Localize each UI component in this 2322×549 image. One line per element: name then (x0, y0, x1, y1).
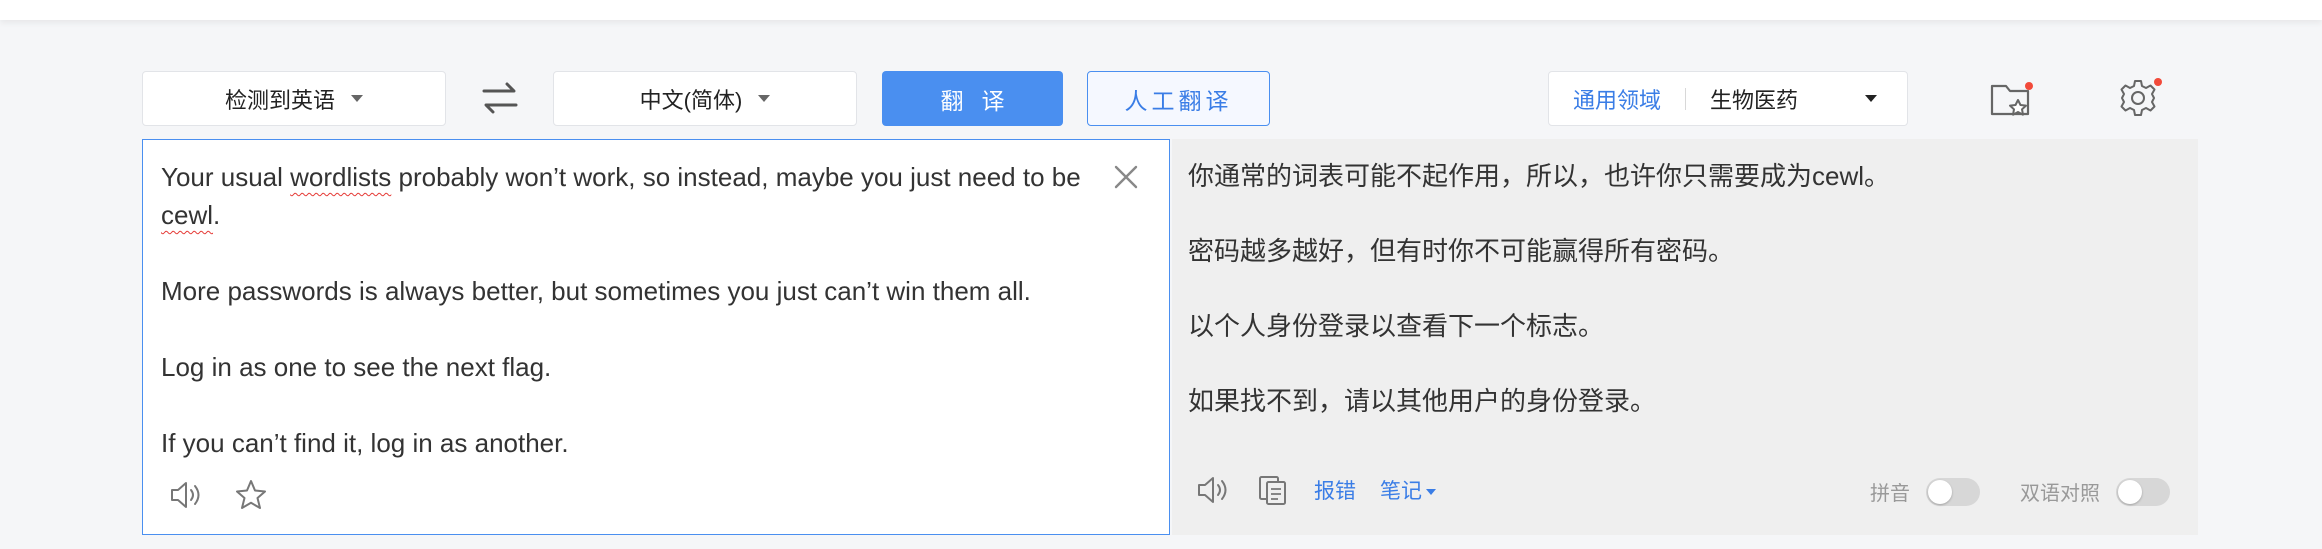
translation-panel: 你通常的词表可能不起作用，所以，也许你只需要成为cewl。 密码越多越好，但有时… (1172, 139, 2198, 535)
bilingual-label: 双语对照 (2020, 483, 2100, 505)
source-paragraph: Your usual wordlists probably won’t work… (161, 162, 1081, 230)
translation-paragraph: 密码越多越好，但有时你不可能赢得所有密码。 (1188, 236, 1735, 266)
domain-selected-label[interactable]: 生物医药 (1710, 83, 1798, 115)
pinyin-label: 拼音 (1870, 483, 1910, 505)
source-text-panel[interactable]: Your usual wordlists probably won’t work… (142, 139, 1170, 535)
target-language-label: 中文(简体) (639, 87, 743, 113)
translation-paragraph: 以个人身份登录以查看下一个标志。 (1188, 311, 1605, 341)
chevron-down-icon[interactable] (1865, 95, 1877, 102)
source-paragraph: More passwords is always better, but som… (161, 276, 1031, 306)
domain-divider (1685, 87, 1687, 110)
report-error-link[interactable]: 报错 (1314, 475, 1356, 505)
source-toolbar (169, 478, 269, 512)
domain-select[interactable]: 通用领域 生物医药 (1548, 71, 1908, 126)
gear-icon (2120, 80, 2156, 116)
source-language-select[interactable]: 检测到英语 (142, 71, 446, 126)
bilingual-toggle[interactable] (2116, 477, 2170, 506)
target-language-select[interactable]: 中文(简体) (553, 71, 857, 126)
top-bar (0, 0, 2322, 20)
notes-label: 笔记 (1380, 480, 1422, 503)
translate-button[interactable]: 翻译 (882, 71, 1063, 126)
star-icon[interactable] (233, 478, 269, 512)
source-paragraph: Log in as one to see the next flag. (161, 352, 552, 382)
source-language-label: 检测到英语 (224, 87, 335, 113)
chevron-down-icon (758, 95, 771, 102)
source-paragraph: If you can’t find it, log in as another. (161, 428, 569, 458)
swap-arrows-icon[interactable] (478, 76, 522, 120)
domain-general-link[interactable]: 通用领域 (1573, 83, 1661, 115)
settings-button[interactable] (2118, 78, 2162, 122)
notification-dot (2025, 82, 2033, 90)
chevron-down-icon (1426, 489, 1436, 496)
speaker-icon[interactable] (1196, 473, 1232, 507)
translation-toolbar: 报错 笔记 (1196, 473, 1436, 507)
notification-dot (2154, 78, 2162, 86)
translation-text: 你通常的词表可能不起作用，所以，也许你只需要成为cewl。 密码越多越好，但有时… (1188, 157, 2148, 457)
source-textarea[interactable]: Your usual wordlists probably won’t work… (161, 158, 1101, 462)
copy-icon[interactable] (1256, 473, 1290, 507)
notes-dropdown[interactable]: 笔记 (1380, 475, 1436, 505)
speaker-icon[interactable] (169, 478, 205, 512)
translation-paragraph: 如果找不到，请以其他用户的身份登录。 (1188, 386, 1657, 416)
display-toggles: 拼音 双语对照 (1870, 477, 2170, 506)
translation-paragraph: 你通常的词表可能不起作用，所以，也许你只需要成为cewl。 (1188, 161, 1891, 191)
human-translate-button[interactable]: 人工翻译 (1087, 71, 1270, 126)
pinyin-toggle[interactable] (1926, 477, 1980, 506)
favorites-button[interactable] (1988, 78, 2036, 122)
close-icon[interactable] (1111, 162, 1141, 192)
chevron-down-icon (351, 95, 363, 102)
